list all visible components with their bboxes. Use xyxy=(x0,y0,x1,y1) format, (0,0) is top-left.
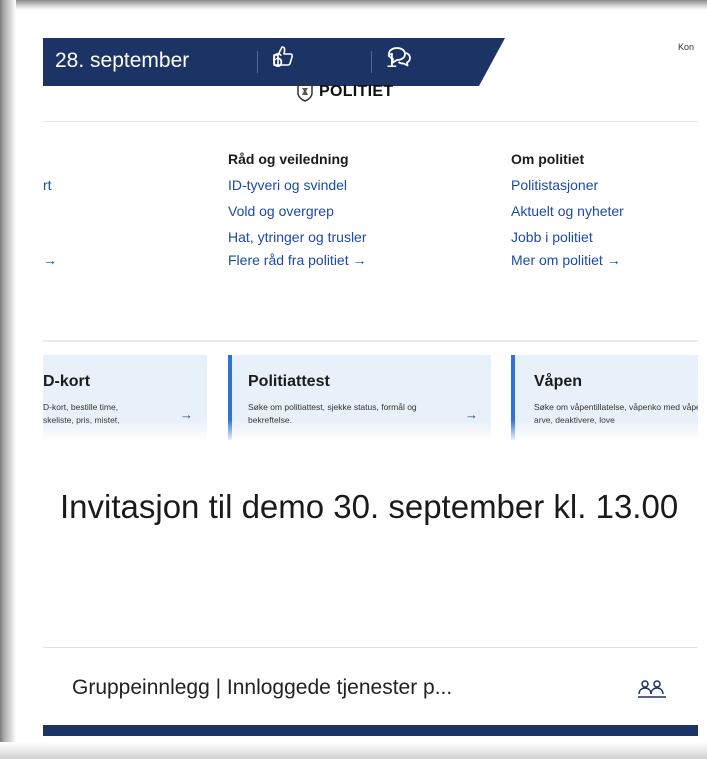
top-right-link[interactable]: Kon xyxy=(678,42,694,52)
frame-shadow-bottom xyxy=(0,742,707,759)
frame-shadow-top xyxy=(0,0,707,10)
cards-fade-overlay xyxy=(43,420,698,446)
group-icon[interactable] xyxy=(637,678,667,700)
section-divider xyxy=(43,340,698,342)
frame-shadow-left xyxy=(0,0,16,759)
post-header-ribbon: 28. september 6 1 xyxy=(43,38,505,86)
menu-link-partial[interactable]: rt xyxy=(43,177,52,193)
card-title: D-kort xyxy=(43,373,91,390)
bottom-accent-bar xyxy=(43,725,698,736)
card-title: Våpen xyxy=(534,373,583,390)
ribbon-divider xyxy=(257,51,258,73)
menu-link-id-tyveri[interactable]: ID-tyveri og svindel xyxy=(228,177,347,193)
group-post-label[interactable]: Gruppeinnlegg | Innloggede tjenester p..… xyxy=(72,676,452,700)
comment-icon xyxy=(388,47,411,67)
ribbon-divider xyxy=(371,51,372,73)
menu-link-vold[interactable]: Vold og overgrep xyxy=(228,203,334,219)
menu-heading-om-politiet: Om politiet xyxy=(511,151,585,167)
post-headline: Invitasjon til demo 30. september kl. 13… xyxy=(60,488,679,525)
menu-more-arrow[interactable]: → xyxy=(43,252,57,268)
police-crest-icon xyxy=(297,83,313,102)
comment-button[interactable]: 1 xyxy=(386,45,411,77)
politiet-logo[interactable]: POLITIET xyxy=(296,82,393,102)
menu-link-hat[interactable]: Hat, ytringer og trusler xyxy=(228,229,367,245)
menu-link-politistasjoner[interactable]: Politistasjoner xyxy=(511,177,598,193)
thumbs-up-icon xyxy=(273,46,293,66)
page-frame: 28. september 6 1 Kon POLITIET rt → Råd … xyxy=(0,0,707,759)
post-date: 28. september xyxy=(55,49,190,72)
like-button[interactable]: 6 xyxy=(272,45,293,77)
menu-link-flere-rad[interactable]: Flere råd fra politiet → xyxy=(228,252,367,268)
menu-link-aktuelt[interactable]: Aktuelt og nyheter xyxy=(511,203,624,219)
menu-link-jobb[interactable]: Jobb i politiet xyxy=(511,229,593,245)
logo-text: POLITIET xyxy=(319,83,394,100)
menu-link-mer-om[interactable]: Mer om politiet → xyxy=(511,252,621,268)
header-divider xyxy=(43,121,698,122)
card-title: Politiattest xyxy=(248,373,330,390)
headline-divider xyxy=(43,647,698,648)
menu-heading-rad-og-veiledning: Råd og veiledning xyxy=(228,151,349,167)
